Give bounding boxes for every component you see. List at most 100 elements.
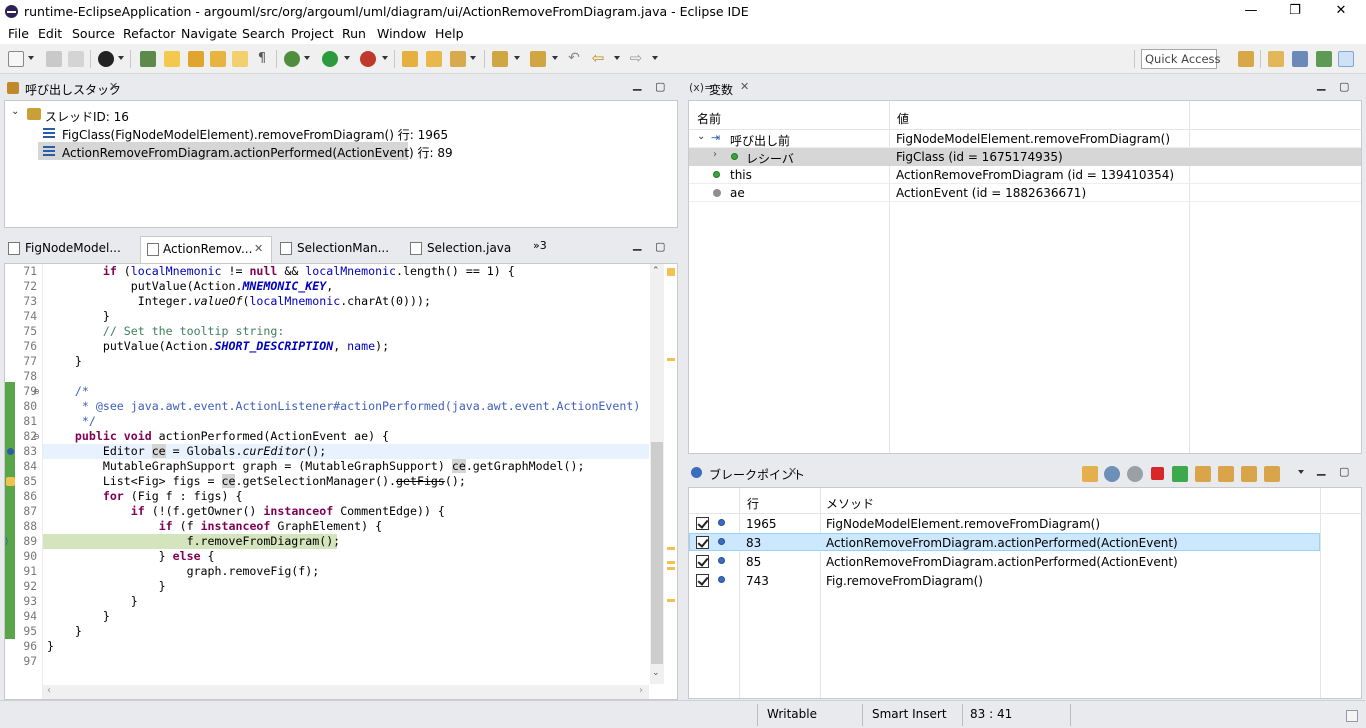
toggle-highlight-icon[interactable] bbox=[188, 51, 204, 67]
variable-row-selected[interactable]: › レシーバ FigClass (id = 1675174935) bbox=[689, 148, 1361, 166]
link-with-debug-icon[interactable] bbox=[1241, 466, 1257, 482]
breakpoint-row[interactable]: 1965 FigNodeModelElement.removeFromDiagr… bbox=[689, 514, 1361, 532]
add-breakpoint-icon[interactable] bbox=[1104, 466, 1120, 482]
scroll-left-icon[interactable]: ‹ bbox=[47, 685, 51, 696]
close-button[interactable]: ✕ bbox=[1318, 0, 1364, 24]
new-dropdown-icon[interactable] bbox=[28, 56, 34, 60]
breakpoint-checkbox[interactable] bbox=[696, 574, 709, 587]
column-header-line[interactable]: 行 bbox=[747, 495, 759, 512]
breakpoint-row[interactable]: 743 Fig.removeFromDiagram() bbox=[689, 571, 1361, 589]
menu-file[interactable]: File bbox=[8, 26, 29, 41]
stack-frame[interactable]: FigClass(FigNodeModelElement).removeFrom… bbox=[5, 124, 677, 142]
expand-all-icon[interactable] bbox=[1264, 466, 1280, 482]
close-icon[interactable]: ✕ bbox=[788, 465, 797, 478]
java-browsing-perspective-icon[interactable] bbox=[1292, 51, 1308, 67]
column-header-name[interactable]: 名前 bbox=[697, 110, 721, 127]
variable-row[interactable]: ae ActionEvent (id = 1882636671) bbox=[689, 184, 1361, 202]
overview-marker[interactable] bbox=[667, 358, 675, 361]
callstack-tab-title[interactable]: 呼び出しスタック bbox=[25, 81, 121, 98]
maximize-icon[interactable]: ▢ bbox=[1339, 465, 1349, 478]
code-editor[interactable]: 71 72 73 74 75 76 77 78 79 80 81 82 83 8… bbox=[4, 263, 678, 700]
external-tools-icon[interactable] bbox=[360, 51, 376, 67]
restore-button[interactable]: ❐ bbox=[1272, 0, 1318, 24]
block-selection-icon[interactable] bbox=[232, 51, 248, 67]
save-icon[interactable] bbox=[46, 51, 62, 67]
close-icon[interactable]: ✕ bbox=[740, 80, 749, 93]
minimize-icon[interactable]: ▁ bbox=[1317, 78, 1325, 91]
breakpoint-marker-icon[interactable] bbox=[7, 448, 14, 455]
menu-search[interactable]: Search bbox=[242, 26, 285, 41]
pilcrow-icon[interactable]: ¶ bbox=[254, 51, 270, 67]
overview-marker[interactable] bbox=[667, 561, 675, 564]
breakpoint-checkbox[interactable] bbox=[696, 517, 709, 530]
profile-dropdown-icon[interactable] bbox=[118, 56, 124, 60]
menu-window[interactable]: Window bbox=[377, 26, 426, 41]
close-icon[interactable]: ✕ bbox=[254, 242, 263, 255]
breakpoint-checkbox[interactable] bbox=[696, 555, 709, 568]
editor-tab-selection[interactable]: Selection.java bbox=[427, 241, 511, 255]
fold-icon[interactable]: ⊖ bbox=[33, 387, 40, 396]
resize-grip-icon[interactable] bbox=[1346, 710, 1358, 722]
run-icon[interactable] bbox=[322, 51, 338, 67]
menu-source[interactable]: Source bbox=[72, 26, 115, 41]
menu-refactor[interactable]: Refactor bbox=[123, 26, 175, 41]
last-edit-icon[interactable]: ↶ bbox=[566, 51, 582, 67]
tab-overflow-button[interactable]: »3 bbox=[533, 239, 547, 252]
prev-annotation-dropdown-icon[interactable] bbox=[552, 56, 558, 60]
scroll-up-icon[interactable]: ⌃ bbox=[652, 266, 660, 276]
menu-run[interactable]: Run bbox=[342, 26, 366, 41]
quick-access-input[interactable]: Quick Access bbox=[1141, 49, 1221, 69]
editor-tab-fignode[interactable]: FigNodeModel... bbox=[25, 241, 121, 255]
forward-icon[interactable]: ⇨ bbox=[628, 51, 644, 67]
variable-row[interactable]: ⌄ ⇥ 呼び出し前 FigNodeModelElement.removeFrom… bbox=[689, 130, 1361, 148]
show-whitespace-icon[interactable] bbox=[210, 51, 226, 67]
overview-marker[interactable] bbox=[667, 599, 675, 602]
next-annotation-dropdown-icon[interactable] bbox=[514, 56, 520, 60]
search-dropdown-icon[interactable] bbox=[470, 56, 476, 60]
scroll-right-icon[interactable]: › bbox=[639, 685, 643, 696]
java-perspective-icon[interactable] bbox=[1268, 51, 1284, 67]
expand-icon[interactable]: ⌄ bbox=[697, 131, 705, 142]
breakpoint-checkbox[interactable] bbox=[696, 536, 709, 549]
open-task-icon[interactable] bbox=[426, 51, 442, 67]
debug-perspective-icon[interactable] bbox=[1316, 51, 1332, 67]
scrollbar-thumb[interactable] bbox=[651, 442, 663, 664]
breakpoint-row[interactable]: 85 ActionRemoveFromDiagram.actionPerform… bbox=[689, 552, 1361, 570]
stack-frame-selected[interactable]: ActionRemoveFromDiagram.actionPerformed(… bbox=[38, 142, 453, 160]
search-icon[interactable] bbox=[450, 51, 466, 67]
maximize-icon[interactable]: ▢ bbox=[1339, 80, 1349, 93]
minimize-icon[interactable]: ▁ bbox=[633, 238, 641, 251]
run-dropdown-icon[interactable] bbox=[344, 56, 350, 60]
minimize-icon[interactable]: ▁ bbox=[633, 78, 641, 91]
fold-icon[interactable]: ⊖ bbox=[33, 432, 40, 441]
profile-icon[interactable] bbox=[98, 51, 114, 67]
close-icon[interactable]: ✕ bbox=[109, 80, 118, 93]
menu-edit[interactable]: Edit bbox=[38, 26, 62, 41]
maximize-icon[interactable]: ▢ bbox=[655, 80, 665, 93]
open-type-icon[interactable] bbox=[402, 51, 418, 67]
overview-marker[interactable] bbox=[667, 547, 675, 550]
skip-all-icon[interactable] bbox=[1127, 466, 1143, 482]
debug-icon[interactable] bbox=[284, 51, 300, 67]
collapse-icon[interactable]: › bbox=[713, 149, 717, 160]
next-annotation-icon[interactable] bbox=[492, 51, 508, 67]
show-supported-icon[interactable] bbox=[1195, 466, 1211, 482]
debug-dropdown-icon[interactable] bbox=[304, 56, 310, 60]
menu-navigate[interactable]: Navigate bbox=[181, 26, 237, 41]
overview-marker[interactable] bbox=[667, 567, 675, 570]
menu-help[interactable]: Help bbox=[435, 26, 464, 41]
go-to-file-icon[interactable] bbox=[1218, 466, 1234, 482]
vertical-scrollbar[interactable]: ⌃ ⌄ bbox=[650, 264, 664, 684]
column-header-method[interactable]: メソッド bbox=[826, 495, 874, 512]
scroll-down-icon[interactable]: ⌄ bbox=[652, 668, 660, 678]
breakpoint-row-selected[interactable]: 83 ActionRemoveFromDiagram.actionPerform… bbox=[689, 533, 1320, 551]
save-all-icon[interactable] bbox=[68, 51, 84, 67]
maximize-icon[interactable]: ▢ bbox=[655, 240, 665, 253]
new-icon[interactable] bbox=[8, 51, 24, 67]
minimize-icon[interactable]: ▁ bbox=[1317, 463, 1325, 476]
toggle-mark-occurrences-icon[interactable] bbox=[164, 51, 180, 67]
expand-icon[interactable]: ⌄ bbox=[11, 106, 19, 117]
back-dropdown-icon[interactable] bbox=[614, 56, 620, 60]
column-header-value[interactable]: 値 bbox=[897, 110, 909, 127]
menu-project[interactable]: Project bbox=[291, 26, 334, 41]
